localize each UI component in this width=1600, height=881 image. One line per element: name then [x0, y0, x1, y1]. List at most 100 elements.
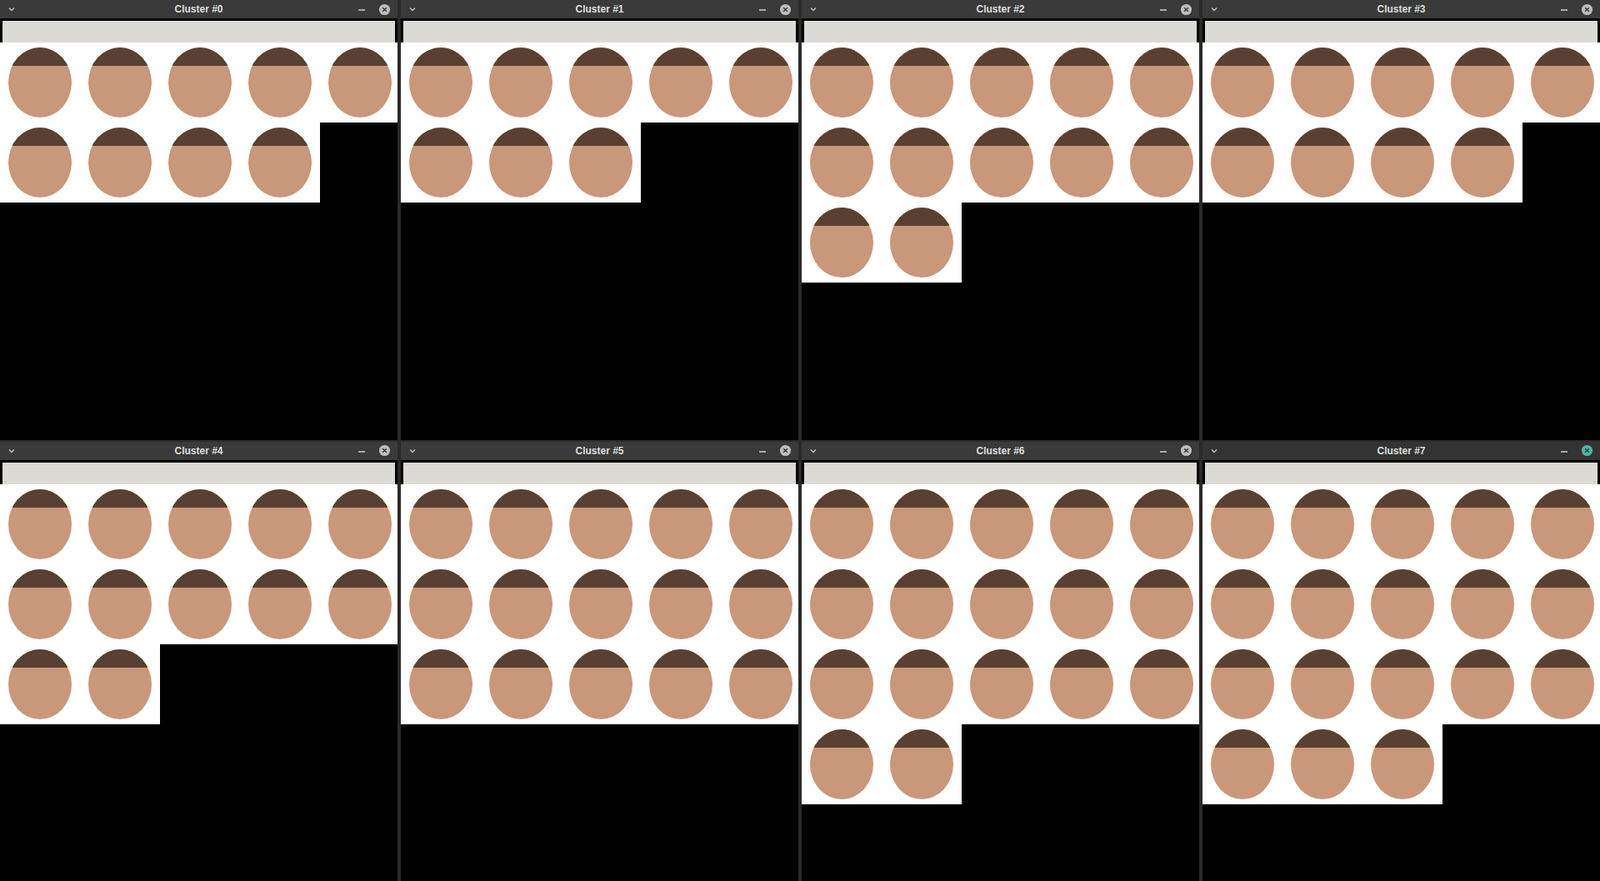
face-photo[interactable]	[720, 564, 799, 645]
close-icon[interactable]	[1180, 3, 1193, 16]
title-bar[interactable]: Cluster #5	[400, 441, 799, 460]
face-photo[interactable]	[400, 42, 481, 123]
face-photo[interactable]	[80, 564, 160, 645]
face-photo[interactable]	[720, 42, 799, 123]
cluster-window[interactable]: Cluster #0	[0, 0, 398, 440]
title-bar[interactable]: Cluster #3	[1202, 0, 1600, 19]
face-photo[interactable]	[80, 484, 160, 565]
face-photo[interactable]	[801, 644, 882, 725]
face-photo[interactable]	[1442, 484, 1523, 565]
face-photo[interactable]	[881, 122, 962, 203]
minimize-icon[interactable]	[1158, 445, 1169, 456]
face-photo[interactable]	[1121, 122, 1200, 203]
face-photo[interactable]	[801, 724, 882, 805]
face-photo[interactable]	[1121, 564, 1200, 645]
minimize-icon[interactable]	[1158, 4, 1169, 15]
title-bar[interactable]: Cluster #6	[801, 441, 1200, 460]
face-photo[interactable]	[1362, 644, 1443, 725]
face-photo[interactable]	[0, 564, 80, 645]
face-photo[interactable]	[881, 202, 962, 283]
face-photo[interactable]	[480, 42, 561, 123]
face-photo[interactable]	[0, 484, 80, 565]
face-photo[interactable]	[240, 42, 320, 123]
face-photo[interactable]	[1362, 724, 1443, 805]
face-photo[interactable]	[480, 564, 561, 645]
face-photo[interactable]	[1202, 644, 1283, 725]
close-icon[interactable]	[1580, 3, 1594, 16]
face-photo[interactable]	[1442, 42, 1523, 123]
face-photo[interactable]	[480, 484, 561, 565]
face-photo[interactable]	[1202, 564, 1283, 645]
face-photo[interactable]	[320, 484, 398, 565]
title-bar[interactable]: Cluster #2	[801, 0, 1200, 19]
face-photo[interactable]	[1282, 564, 1363, 645]
face-photo[interactable]	[320, 564, 398, 645]
face-photo[interactable]	[160, 564, 240, 645]
minimize-icon[interactable]	[1559, 4, 1570, 15]
cluster-window[interactable]: Cluster #1	[400, 0, 799, 440]
window-menu-icon[interactable]	[407, 4, 458, 15]
face-photo[interactable]	[881, 724, 962, 805]
face-photo[interactable]	[1442, 122, 1523, 203]
face-photo[interactable]	[320, 42, 398, 123]
face-photo[interactable]	[400, 122, 481, 203]
face-photo[interactable]	[1041, 122, 1122, 203]
face-photo[interactable]	[560, 122, 641, 203]
face-photo[interactable]	[1362, 42, 1443, 123]
face-photo[interactable]	[1202, 484, 1283, 565]
face-photo[interactable]	[1522, 484, 1600, 565]
window-menu-icon[interactable]	[407, 445, 458, 456]
face-photo[interactable]	[0, 644, 80, 725]
face-photo[interactable]	[1522, 42, 1600, 123]
face-photo[interactable]	[1362, 484, 1443, 565]
face-photo[interactable]	[560, 484, 641, 565]
face-photo[interactable]	[961, 122, 1042, 203]
face-photo[interactable]	[1202, 122, 1283, 203]
cluster-window[interactable]: Cluster #5	[400, 441, 799, 881]
face-photo[interactable]	[1282, 644, 1363, 725]
window-menu-icon[interactable]	[808, 445, 859, 456]
face-photo[interactable]	[801, 122, 882, 203]
face-photo[interactable]	[1202, 724, 1283, 805]
face-photo[interactable]	[480, 122, 561, 203]
face-photo[interactable]	[801, 484, 882, 565]
face-photo[interactable]	[1202, 42, 1283, 123]
face-photo[interactable]	[1442, 564, 1523, 645]
face-photo[interactable]	[0, 42, 80, 123]
face-photo[interactable]	[801, 42, 882, 123]
face-photo[interactable]	[801, 202, 882, 283]
face-photo[interactable]	[240, 564, 320, 645]
close-icon[interactable]	[779, 444, 792, 457]
close-icon[interactable]	[1580, 444, 1594, 457]
close-icon[interactable]	[1180, 444, 1193, 457]
face-photo[interactable]	[640, 484, 721, 565]
minimize-icon[interactable]	[356, 445, 367, 456]
face-photo[interactable]	[80, 644, 160, 725]
window-menu-icon[interactable]	[1209, 4, 1260, 15]
face-photo[interactable]	[1121, 484, 1200, 565]
face-photo[interactable]	[1362, 122, 1443, 203]
title-bar[interactable]: Cluster #4	[0, 441, 398, 460]
face-photo[interactable]	[881, 564, 962, 645]
face-photo[interactable]	[801, 564, 882, 645]
face-photo[interactable]	[881, 484, 962, 565]
face-photo[interactable]	[1522, 564, 1600, 645]
face-photo[interactable]	[160, 42, 240, 123]
face-photo[interactable]	[400, 564, 481, 645]
close-icon[interactable]	[378, 3, 391, 16]
face-photo[interactable]	[961, 564, 1042, 645]
face-photo[interactable]	[560, 564, 641, 645]
face-photo[interactable]	[240, 122, 320, 203]
face-photo[interactable]	[400, 644, 481, 725]
face-photo[interactable]	[961, 42, 1042, 123]
title-bar[interactable]: Cluster #7	[1202, 441, 1600, 460]
minimize-icon[interactable]	[757, 445, 768, 456]
window-menu-icon[interactable]	[6, 445, 57, 456]
face-photo[interactable]	[1282, 484, 1363, 565]
window-menu-icon[interactable]	[808, 4, 859, 15]
face-photo[interactable]	[80, 122, 160, 203]
face-photo[interactable]	[640, 564, 721, 645]
face-photo[interactable]	[881, 42, 962, 123]
face-photo[interactable]	[160, 484, 240, 565]
face-photo[interactable]	[1362, 564, 1443, 645]
